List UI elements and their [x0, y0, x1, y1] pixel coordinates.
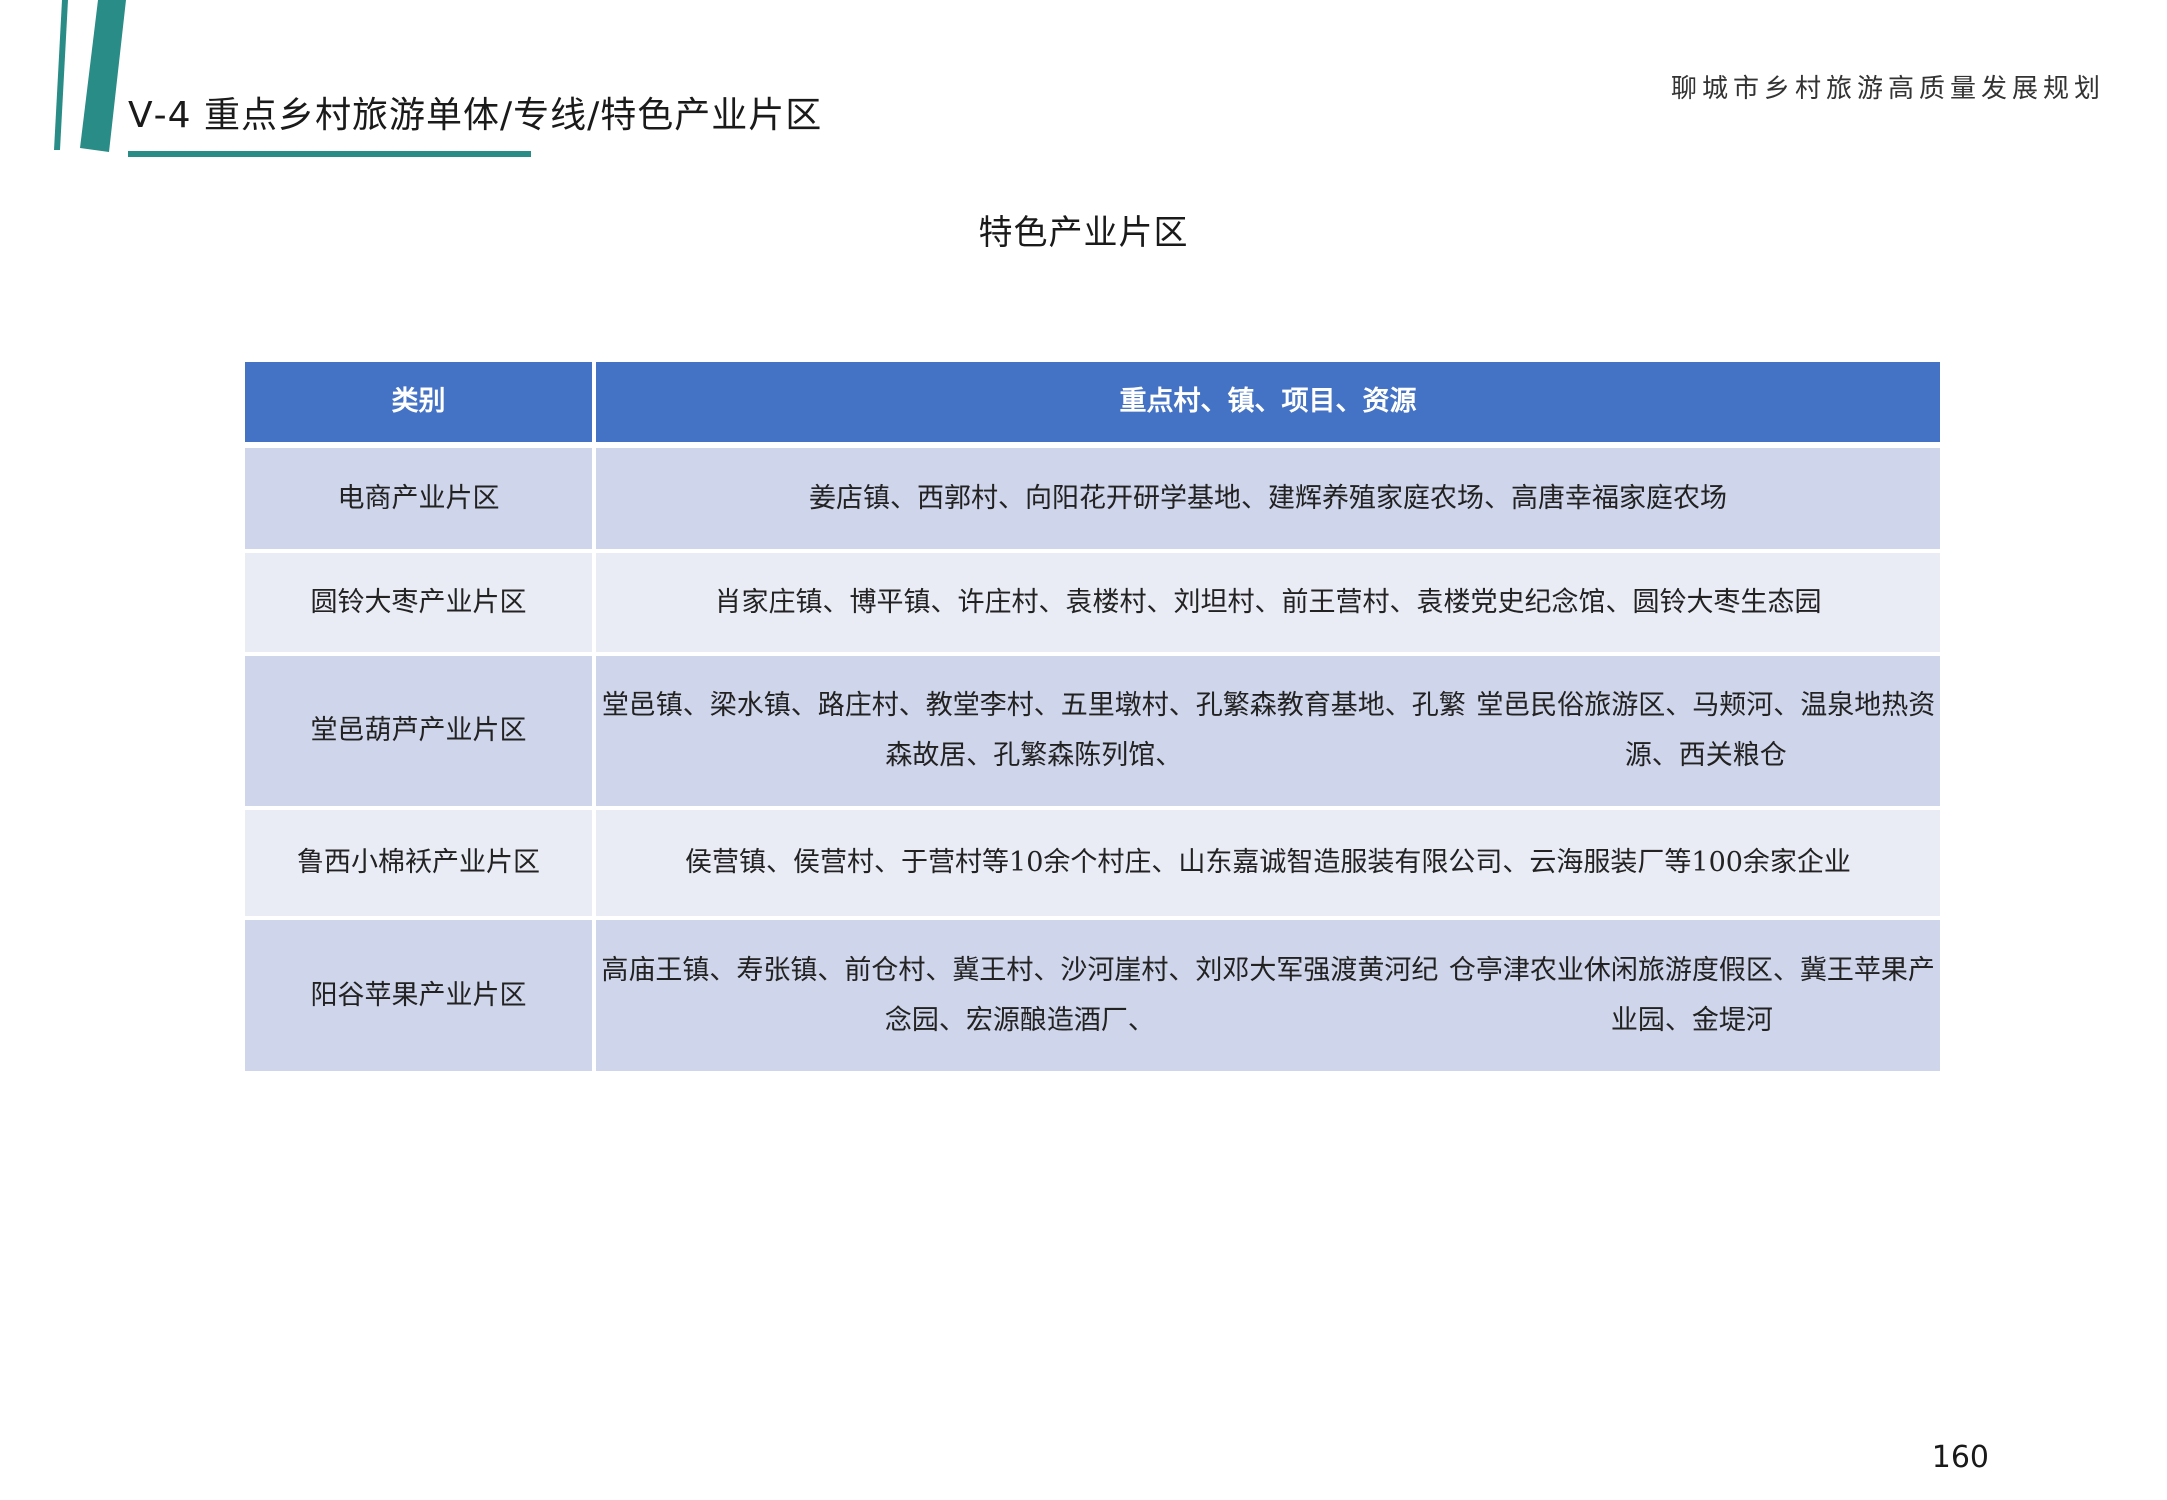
industry-zone-table: 类别 重点村、镇、项目、资源 电商产业片区 姜店镇、西郭村、向阳花开研学基地、建…	[245, 362, 1940, 1075]
table-row: 电商产业片区 姜店镇、西郭村、向阳花开研学基地、建辉养殖家庭农场、高唐幸福家庭农…	[245, 448, 1940, 549]
resources-cell: 堂邑镇、梁水镇、路庄村、教堂李村、五里墩村、孔繁森教育基地、孔繁森故居、孔繁森陈…	[596, 656, 1940, 806]
category-cell: 堂邑葫芦产业片区	[245, 656, 592, 806]
header-cell-resources: 重点村、镇、项目、资源	[596, 362, 1940, 442]
table-row: 堂邑葫芦产业片区 堂邑镇、梁水镇、路庄村、教堂李村、五里墩村、孔繁森教育基地、孔…	[245, 656, 1940, 806]
table-row: 圆铃大枣产业片区 肖家庄镇、博平镇、许庄村、袁楼村、刘坦村、前王营村、袁楼党史纪…	[245, 553, 1940, 652]
resources-cell: 姜店镇、西郭村、向阳花开研学基地、建辉养殖家庭农场、高唐幸福家庭农场	[596, 448, 1940, 549]
resources-line: 堂邑镇、梁水镇、路庄村、教堂李村、五里墩村、孔繁森教育基地、孔繁森故居、孔繁森陈…	[601, 690, 1466, 771]
category-cell: 圆铃大枣产业片区	[245, 553, 592, 652]
resources-line: 肖家庄镇、博平镇、许庄村、袁楼村、刘坦村、前王营村、袁楼党史纪念馆、圆铃大枣生态…	[714, 586, 1822, 618]
table-row: 鲁西小棉袄产业片区 侯营镇、侯营村、于营村等10余个村庄、山东嘉诚智造服装有限公…	[245, 810, 1940, 916]
category-cell: 阳谷苹果产业片区	[245, 920, 592, 1071]
resources-line: 高庙王镇、寿张镇、前仓村、冀王村、沙河崖村、刘邓大军强渡黄河纪念园、宏源酿造酒厂…	[601, 954, 1439, 1036]
page-number: 160	[1931, 1440, 1989, 1475]
table-title: 特色产业片区	[978, 213, 1189, 253]
resources-cell: 肖家庄镇、博平镇、许庄村、袁楼村、刘坦村、前王营村、袁楼党史纪念馆、圆铃大枣生态…	[596, 553, 1940, 652]
resources-cell: 高庙王镇、寿张镇、前仓村、冀王村、沙河崖村、刘邓大军强渡黄河纪念园、宏源酿造酒厂…	[596, 920, 1940, 1071]
section-title-underline	[128, 151, 531, 157]
resources-line: 姜店镇、西郭村、向阳花开研学基地、建辉养殖家庭农场、高唐幸福家庭农场	[809, 482, 1727, 514]
resources-line: 仓亭津农业休闲旅游度假区、冀王苹果产业园、金堤河	[1448, 954, 1935, 1036]
resources-line: 堂邑民俗旅游区、马颊河、温泉地热资源、西关粮仓	[1476, 690, 1936, 771]
category-cell: 电商产业片区	[245, 448, 592, 549]
header-cell-category: 类别	[245, 362, 592, 442]
table-header-row: 类别 重点村、镇、项目、资源	[245, 362, 1940, 442]
corner-stripes-decoration	[54, 0, 126, 152]
section-title: Ⅴ-4 重点乡村旅游单体/专线/特色产业片区	[128, 95, 823, 136]
resources-cell: 侯营镇、侯营村、于营村等10余个村庄、山东嘉诚智造服装有限公司、云海服装厂等10…	[596, 810, 1940, 916]
document-title: 聊城市乡村旅游高质量发展规划	[1670, 74, 2105, 104]
table-row: 阳谷苹果产业片区 高庙王镇、寿张镇、前仓村、冀王村、沙河崖村、刘邓大军强渡黄河纪…	[245, 920, 1940, 1071]
resources-line: 侯营镇、侯营村、于营村等10余个村庄、山东嘉诚智造服装有限公司、云海服装厂等10…	[685, 847, 1851, 878]
category-cell: 鲁西小棉袄产业片区	[245, 810, 592, 916]
